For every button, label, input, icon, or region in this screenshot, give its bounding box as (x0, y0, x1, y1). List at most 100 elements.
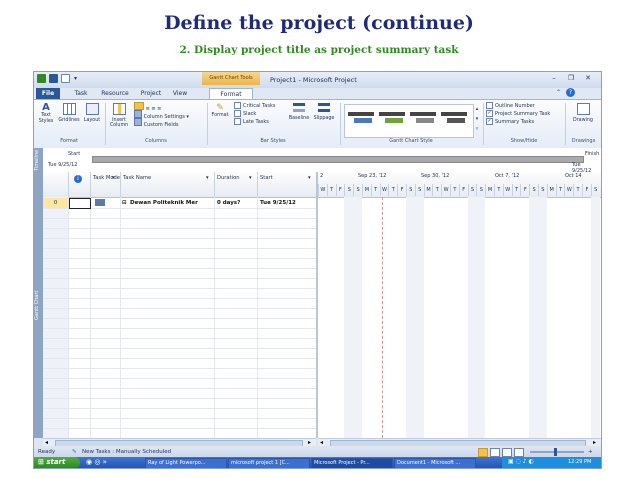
scroll-left-icon[interactable]: ◂ (320, 439, 323, 446)
insert-column-button[interactable]: Insert Column (108, 103, 130, 129)
text-styles-button[interactable]: A Text Styles (37, 103, 55, 124)
timescale-day: S (467, 184, 477, 196)
zoom-slider[interactable] (530, 451, 584, 453)
format-bar-button[interactable]: ✎ Format (210, 103, 230, 119)
critical-tasks-checkbox[interactable]: Critical Tasks (234, 102, 286, 110)
taskbar-item[interactable]: microsoft project 1 [C... (228, 458, 310, 468)
undo-icon[interactable] (61, 74, 70, 83)
dropdown-arrow-icon: ▾ (206, 175, 209, 181)
checkmark-icon: ✓ (486, 118, 493, 125)
start-column-header[interactable]: Start ▾ (257, 172, 316, 197)
column-settings-button[interactable]: Column Settings ▾ (134, 110, 206, 120)
scroll-right-icon[interactable]: ▸ (593, 439, 596, 446)
resource-sheet-icon[interactable] (514, 448, 524, 457)
scroll-right-icon[interactable]: ▸ (308, 439, 311, 446)
timeline[interactable]: Timeline Start Tue 9/25/12 Finish Tue 9/… (34, 148, 601, 174)
slippage-button[interactable]: Slippage (312, 103, 336, 121)
table-header: i Task Mode ▾ Task Name ▾ Duration ▾ Start ▾ (43, 172, 316, 198)
row-divider (43, 238, 316, 239)
gantt-chart-tools-context: Gantt Chart Tools (202, 72, 260, 85)
taskbar-item-active[interactable]: Microsoft Project - Pr... (311, 458, 393, 468)
gantt-chart-area[interactable]: 2 Sep 23, '12 Sep 30, '12 Oct 7, '12 Oct… (316, 172, 601, 438)
duration-column-header[interactable]: Duration ▾ (214, 172, 258, 197)
layout-button[interactable]: Layout (82, 103, 102, 123)
tray-icons[interactable]: ▣ ◌ ♪ ◐ (508, 458, 534, 465)
project-summary-task-checkbox[interactable]: ✓ Project Summary Task (486, 110, 564, 118)
timescale-day: F (582, 184, 591, 196)
taskbar-item[interactable]: Document1 - Microsoft ... (394, 458, 476, 468)
save-icon[interactable] (49, 74, 58, 83)
gantt-style-4[interactable] (441, 112, 467, 128)
start-cell[interactable]: Tue 9/25/12 (260, 198, 316, 208)
tab-task[interactable]: Task (70, 88, 92, 99)
custom-fields-button[interactable]: Custom Fields (134, 118, 206, 128)
timescale-day: F (335, 184, 345, 196)
task-name-column-header[interactable]: Task Name ▾ (120, 172, 215, 197)
align-buttons[interactable]: ≡ ≡ ≡ (134, 102, 206, 112)
help-icon[interactable]: ? (566, 88, 575, 97)
indicator-cell[interactable] (69, 198, 91, 209)
slippage-label: Slippage (313, 115, 335, 121)
row-divider (43, 328, 316, 329)
gantt-chart-side-label: Gantt Chart (34, 290, 40, 320)
timeline-bar[interactable] (92, 156, 584, 163)
row-divider (43, 288, 316, 289)
quick-launch-icons[interactable]: ◉ ◎ » (86, 458, 107, 466)
late-tasks-checkbox[interactable]: Late Tasks (234, 118, 286, 126)
summary-tasks-checkbox[interactable]: ✓ Summary Tasks (486, 118, 564, 126)
baseline-label: Baseline (288, 115, 310, 121)
format-bar-label: Format (211, 113, 229, 118)
ribbon-collapse-icon[interactable]: ⌃ (556, 89, 561, 96)
task-name-header-label: Task Name (123, 175, 152, 181)
timescale-day: S (414, 184, 424, 196)
start-button[interactable]: ⊞ start (34, 457, 80, 468)
clock: 12:29 PM (568, 459, 592, 465)
task-mode-column-header[interactable]: Task Mode ▾ (90, 172, 121, 197)
gantt-style-gallery[interactable] (344, 104, 474, 138)
gantt-style-3[interactable] (410, 112, 436, 128)
weekend-stripe (344, 197, 354, 438)
restore-button[interactable]: ❐ (565, 74, 577, 83)
scroll-left-icon[interactable]: ◂ (45, 439, 48, 446)
timescale-day: W (502, 184, 512, 196)
collapse-icon[interactable]: ⊟ (122, 198, 127, 208)
timescale-day: T (370, 184, 380, 196)
gallery-scroll[interactable]: ▴ ▾ ▿ (474, 104, 480, 136)
select-all-cell[interactable] (43, 172, 69, 197)
timescale-day: W (318, 184, 327, 196)
outline-number-checkbox[interactable]: Outline Number (486, 102, 564, 110)
tab-resource[interactable]: Resource (98, 88, 132, 99)
minimize-button[interactable]: – (548, 74, 560, 83)
tab-view[interactable]: View (170, 88, 190, 99)
gantt-style-2[interactable] (379, 112, 405, 128)
row-divider (43, 408, 316, 409)
window-title: Project1 - Microsoft Project (270, 76, 357, 84)
task-name-cell[interactable]: Dewan Politeknik Mer (130, 198, 214, 208)
text-styles-icon: A (42, 102, 50, 113)
tab-project[interactable]: Project (138, 88, 164, 99)
baseline-button[interactable]: Baseline (288, 103, 310, 121)
drawing-button[interactable]: Drawing (568, 103, 598, 123)
gantt-chart-style-group-label: Gantt Chart Style (389, 138, 433, 144)
gridlines-button[interactable]: Gridlines (58, 103, 80, 123)
close-button[interactable]: ✕ (582, 74, 594, 83)
row-divider (43, 248, 316, 249)
duration-cell[interactable]: 0 days? (217, 198, 257, 208)
row-divider (43, 378, 316, 379)
zoom-thumb[interactable] (554, 448, 557, 456)
table-row[interactable]: 0 ⊟ Dewan Politeknik Mer 0 days? Tue 9/2… (43, 198, 316, 209)
taskbar-item[interactable]: Ray of Light Powerpo... (145, 458, 227, 468)
app-icon (37, 74, 46, 83)
qat-customize-icon[interactable]: ▾ (74, 75, 77, 82)
gantt-style-1[interactable] (348, 112, 374, 128)
indicators-column-header[interactable]: i (68, 172, 91, 197)
timeline-start-date: Tue 9/25/12 (48, 162, 78, 168)
slack-checkbox[interactable]: Slack (234, 110, 286, 118)
gantt-view-icon[interactable] (478, 448, 488, 457)
task-usage-icon[interactable] (490, 448, 500, 457)
tab-format[interactable]: Format (209, 88, 253, 99)
tab-file[interactable]: File (36, 88, 60, 99)
outline-number-label: Outline Number (495, 103, 535, 109)
team-planner-icon[interactable] (502, 448, 512, 457)
row-divider (43, 358, 316, 359)
